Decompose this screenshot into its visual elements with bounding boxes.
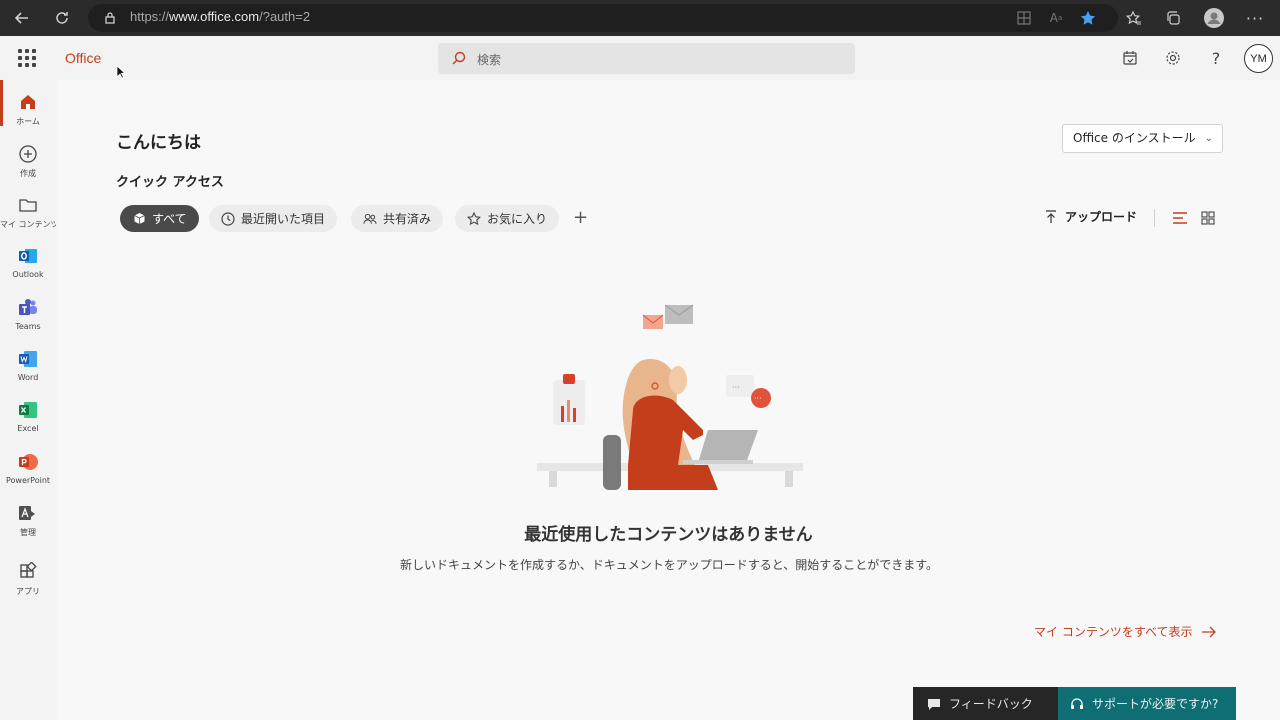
feedback-label: フィードバック — [949, 697, 1033, 711]
upload-icon — [1046, 209, 1056, 223]
main-content: こんにちは Office のインストール ⌄ クイック アクセス すべて 最近開… — [57, 80, 1280, 720]
favorite-star-icon[interactable] — [1078, 8, 1098, 28]
rail-item-excel[interactable]: Excel — [0, 394, 56, 442]
add-filter-icon[interactable]: + — [573, 207, 588, 228]
clock-icon — [221, 211, 235, 226]
app-launcher-icon[interactable] — [18, 49, 36, 67]
comment-icon — [928, 698, 940, 710]
lock-icon[interactable] — [100, 8, 120, 28]
filter-label: 共有済み — [383, 212, 432, 226]
search-placeholder: 検索 — [477, 53, 502, 67]
avatar[interactable]: YM — [1244, 44, 1273, 73]
admin-icon — [19, 506, 35, 520]
my-day-icon[interactable] — [1120, 48, 1140, 68]
filter-recent[interactable]: 最近開いた項目 — [209, 205, 338, 232]
feedback-button[interactable]: フィードバック — [913, 687, 1058, 720]
empty-state-illustration: ··· ··· — [537, 304, 803, 490]
install-label: Office のインストール — [1073, 131, 1196, 145]
view-all-my-content-link[interactable]: マイ コンテンツをすべて表示 — [1034, 623, 1217, 640]
powerpoint-icon — [19, 454, 38, 470]
url-text: https://www.office.com/?auth=2 — [130, 9, 310, 24]
profile-icon[interactable] — [1204, 8, 1224, 28]
read-aloud-icon[interactable]: Aa — [1046, 8, 1066, 28]
rail-item-apps[interactable]: アプリ — [0, 556, 56, 604]
settings-gear-icon[interactable] — [1163, 48, 1183, 68]
chevron-down-icon: ⌄ — [1204, 133, 1213, 144]
empty-state-title: 最近使用したコンテンツはありません — [524, 525, 813, 545]
rail-label: アプリ — [16, 587, 40, 596]
rail-label: Teams — [15, 322, 41, 331]
upload-button[interactable]: アップロード — [1045, 208, 1137, 225]
cube-icon — [132, 212, 146, 226]
rail-label: ホーム — [16, 117, 40, 126]
page-title: こんにちは — [116, 133, 201, 153]
back-icon[interactable] — [12, 8, 32, 28]
teams-icon — [19, 299, 37, 315]
star-icon — [467, 211, 481, 226]
outlook-icon — [19, 249, 37, 263]
rail-item-outlook[interactable]: Outlook — [0, 240, 56, 288]
people-icon — [363, 212, 377, 226]
help-icon[interactable]: ? — [1206, 48, 1226, 68]
toolbar-divider — [1154, 209, 1155, 227]
url-prefix: https:// — [130, 9, 170, 24]
word-icon — [19, 351, 37, 367]
link-label: マイ コンテンツをすべて表示 — [1034, 625, 1193, 639]
svg-text:···: ··· — [754, 394, 762, 403]
filter-favorites[interactable]: お気に入り — [455, 205, 560, 232]
office-header: Office 検索 ? YM — [0, 36, 1280, 80]
rail-label: 管理 — [20, 528, 36, 537]
filter-all[interactable]: すべて — [120, 205, 199, 232]
upload-label: アップロード — [1065, 210, 1138, 224]
left-rail: ホーム 作成 マイ コンテンツ Outlook Teams Word Excel… — [0, 80, 56, 720]
grid-view-icon[interactable] — [1201, 211, 1215, 225]
refresh-icon[interactable] — [52, 8, 72, 28]
mouse-cursor-icon — [116, 65, 126, 79]
rail-label: Word — [17, 373, 39, 382]
filter-label: すべて — [152, 212, 187, 226]
collections-icon[interactable] — [1163, 8, 1183, 28]
url-path: /?auth=2 — [259, 9, 311, 24]
support-button[interactable]: サポートが必要ですか? — [1058, 687, 1236, 720]
rail-item-my-content[interactable]: マイ コンテンツ — [0, 189, 56, 237]
rail-item-powerpoint[interactable]: PowerPoint — [0, 446, 56, 494]
empty-state-description: 新しいドキュメントを作成するか、ドキュメントをアップロードすると、開始することが… — [399, 558, 939, 572]
excel-icon — [19, 402, 37, 418]
install-office-button[interactable]: Office のインストール ⌄ — [1062, 124, 1223, 153]
rail-label: Excel — [17, 424, 39, 433]
search-input[interactable]: 検索 — [438, 43, 855, 74]
rail-label: Outlook — [12, 270, 44, 279]
svg-text:···: ··· — [732, 383, 740, 392]
list-view-icon[interactable] — [1172, 211, 1188, 225]
favorites-icon[interactable] — [1124, 8, 1144, 28]
filter-label: お気に入り — [487, 212, 548, 226]
rail-item-home[interactable]: ホーム — [0, 86, 56, 134]
arrow-right-icon — [1201, 626, 1216, 637]
rail-label: マイ コンテンツ — [0, 220, 56, 229]
url-domain: www.office.com — [169, 9, 260, 24]
rail-item-create[interactable]: 作成 — [0, 138, 56, 186]
filter-label: 最近開いた項目 — [241, 212, 326, 226]
search-icon — [452, 51, 466, 65]
more-icon[interactable]: ··· — [1245, 8, 1265, 28]
office-brand[interactable]: Office — [65, 50, 101, 66]
headset-icon — [1071, 697, 1083, 709]
home-icon — [21, 95, 35, 109]
create-icon — [19, 145, 37, 163]
rail-item-admin[interactable]: 管理 — [0, 497, 56, 545]
rail-label: PowerPoint — [5, 476, 51, 485]
folder-icon — [19, 199, 37, 212]
rail-item-teams[interactable]: Teams — [0, 292, 56, 340]
browser-toolbar: https://www.office.com/?auth=2 Aa ··· — [0, 0, 1280, 36]
apps-view-icon[interactable] — [1014, 8, 1034, 28]
quick-access-heading: クイック アクセス — [116, 175, 224, 190]
filter-shared[interactable]: 共有済み — [351, 205, 444, 232]
rail-item-word[interactable]: Word — [0, 343, 56, 391]
support-label: サポートが必要ですか? — [1092, 697, 1219, 711]
apps-icon — [20, 562, 37, 578]
rail-label: 作成 — [20, 169, 36, 178]
